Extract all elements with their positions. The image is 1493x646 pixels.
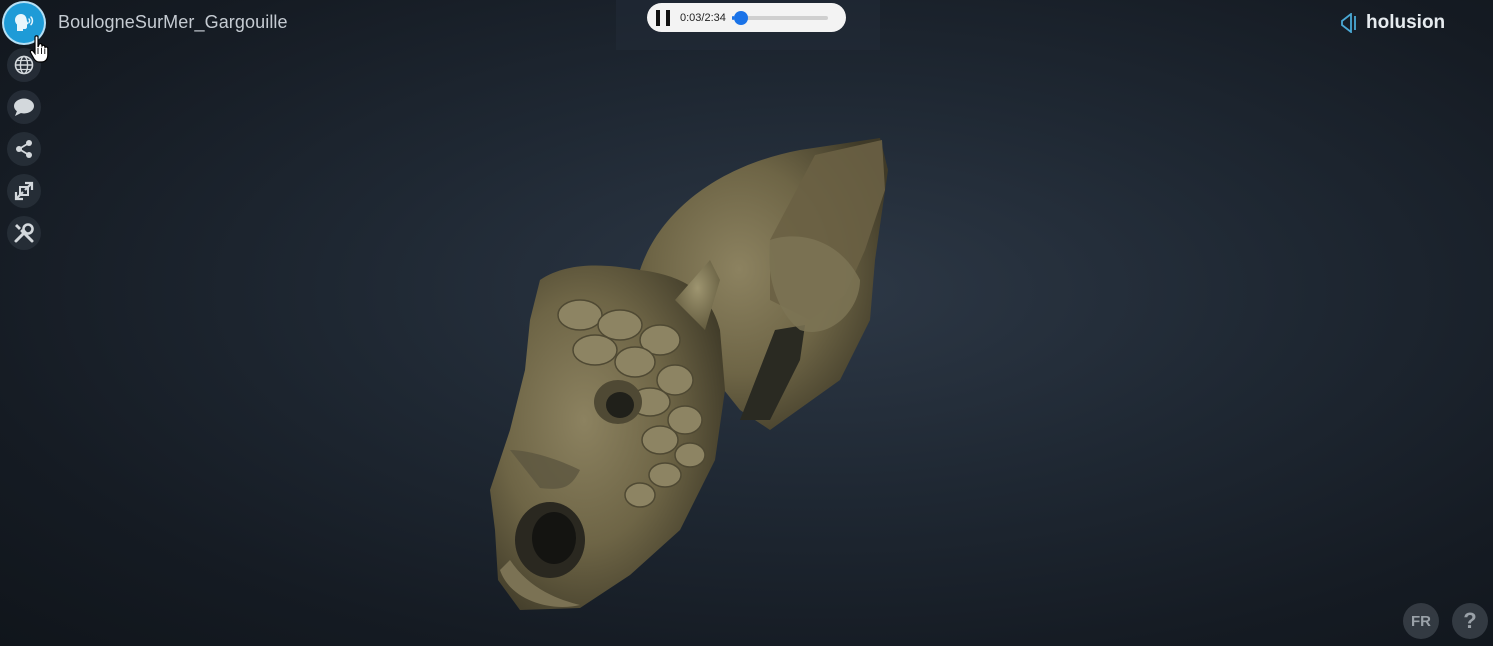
audio-guide-button[interactable]: [4, 3, 44, 43]
share-icon: [16, 140, 32, 158]
model-title: BoulogneSurMer_Gargouille: [58, 12, 288, 32]
globe-icon: [14, 55, 34, 75]
language-button[interactable]: FR: [1403, 603, 1439, 639]
fullscreen-button[interactable]: [7, 174, 41, 208]
3d-viewer-canvas[interactable]: BoulogneSurMer_Gargouille 0:03/2:34 holu…: [0, 0, 1493, 646]
pause-button[interactable]: [656, 9, 670, 26]
brand-name: holusion: [1366, 12, 1446, 33]
audio-player-panel: 0:03/2:34: [616, 0, 880, 50]
audio-seek-thumb[interactable]: [733, 10, 748, 25]
expand-icon: [14, 181, 34, 201]
pause-bar: [656, 9, 660, 26]
audio-seek-slider[interactable]: [731, 10, 828, 25]
pause-bar: [666, 9, 670, 26]
holusion-logo-icon: [1341, 13, 1356, 33]
speech-bubble-icon: [14, 98, 34, 116]
speaking-head-icon: [15, 14, 34, 31]
wrench-screwdriver-icon: [14, 223, 34, 243]
audio-time-display: 0:03/2:34: [680, 11, 726, 24]
globe-button[interactable]: [7, 48, 41, 82]
gargoyle-3d-model[interactable]: [470, 130, 910, 620]
help-button[interactable]: ?: [1452, 603, 1488, 639]
tools-button[interactable]: [7, 216, 41, 250]
share-button[interactable]: [7, 132, 41, 166]
annotations-button[interactable]: [7, 90, 41, 124]
brand-logo[interactable]: holusion: [1341, 12, 1445, 34]
audio-player: 0:03/2:34: [647, 3, 846, 32]
